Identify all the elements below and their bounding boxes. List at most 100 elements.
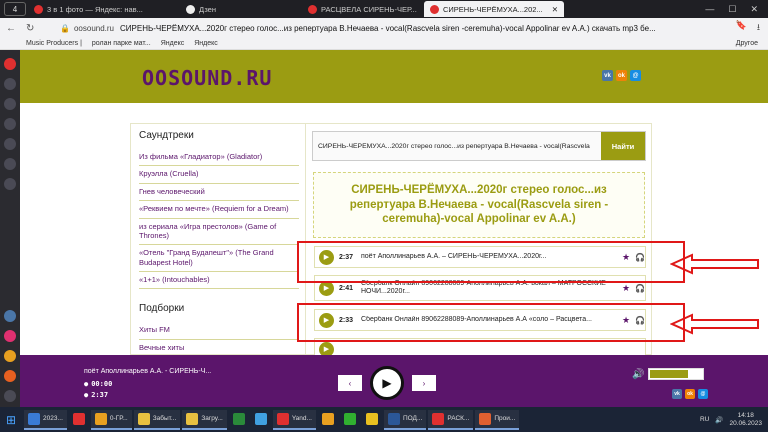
- taskbar-item[interactable]: Забыт...: [133, 409, 181, 430]
- play-button[interactable]: ▶: [370, 366, 404, 400]
- taskbar-label: 0-ГР...: [109, 415, 128, 422]
- total-time: ● 2:37: [84, 391, 108, 399]
- sidebar-link[interactable]: Из фильма «Гладиатор» (Gladiator): [139, 149, 299, 167]
- side-app-icon[interactable]: [4, 138, 16, 150]
- close-tab-icon[interactable]: ✕: [552, 5, 558, 14]
- taskbar-item[interactable]: [69, 410, 89, 430]
- sidebar-link[interactable]: Хиты FM: [139, 322, 299, 340]
- address-bar: ← ↻ 🔒 oosound.ru СИРЕНЬ-ЧЕРЁМУХА...2020г…: [0, 18, 768, 38]
- browser-side-panel: [0, 50, 20, 422]
- lock-icon[interactable]: 🔒: [60, 24, 70, 33]
- ok-icon[interactable]: ok: [616, 70, 627, 81]
- side-app-icon[interactable]: [4, 78, 16, 90]
- taskbar-item[interactable]: 0-ГР...: [90, 409, 132, 430]
- bookmark-item[interactable]: Яндекс: [194, 40, 218, 47]
- site-logo[interactable]: OOSOUND.RU: [142, 66, 272, 90]
- search-input[interactable]: [313, 132, 601, 160]
- sidebar-link[interactable]: «1+1» (Intouchables): [139, 272, 299, 290]
- taskbar-item[interactable]: [362, 410, 382, 430]
- sidebar-link[interactable]: «Отель "Гранд Будапешт"» (The Grand Buda…: [139, 245, 299, 272]
- search-button[interactable]: Найти: [601, 132, 645, 160]
- bookmarks-bar: Music Producers | ролан парке мат... Янд…: [0, 38, 768, 50]
- taskbar-item[interactable]: [251, 410, 271, 430]
- side-app-icon[interactable]: [4, 330, 16, 342]
- tab-count-button[interactable]: 4: [4, 2, 26, 16]
- taskbar-item[interactable]: Прои...: [475, 409, 520, 430]
- taskbar-label: Загру...: [201, 415, 223, 422]
- elapsed-value: 00:00: [91, 380, 113, 388]
- url-text[interactable]: oosound.ru: [74, 24, 114, 33]
- total-value: 2:37: [91, 391, 109, 399]
- app-icon: [254, 412, 267, 425]
- mail-ru-icon[interactable]: @: [698, 389, 708, 399]
- mail-icon[interactable]: [4, 370, 16, 382]
- clock-icon: ●: [84, 391, 89, 399]
- taskbar-item[interactable]: [229, 410, 249, 430]
- browser-tab-active[interactable]: СИРЕНЬ-ЧЕРЁМУХА...202... ✕: [424, 1, 564, 17]
- song-title-box: СИРЕНЬ-ЧЕРЁМУХА...2020г стерео голос...и…: [313, 172, 645, 238]
- mail-ru-icon[interactable]: @: [630, 70, 641, 81]
- bookmark-icon[interactable]: 🔖: [736, 20, 747, 36]
- browser-tab-0[interactable]: 3 в 1 фото — Яндекс: нав...: [28, 1, 178, 17]
- side-app-icon[interactable]: [4, 58, 16, 70]
- side-app-icon[interactable]: [4, 178, 16, 190]
- headphones-icon[interactable]: 🎧: [635, 284, 645, 293]
- ok-icon[interactable]: ok: [685, 389, 695, 399]
- browser-tab-2[interactable]: РАСЦВЕЛА СИРЕНЬ-ЧЕР...: [302, 1, 422, 17]
- close-window-icon[interactable]: ✕: [750, 4, 758, 15]
- taskbar-item[interactable]: ПОД...: [383, 409, 427, 430]
- sidebar-link[interactable]: Круэлла (Cruella): [139, 166, 299, 184]
- sidebar-link[interactable]: Гнев человеческий: [139, 184, 299, 202]
- system-clock[interactable]: 14:18 20.06.2023: [729, 412, 762, 428]
- windows-start-icon[interactable]: ⊞: [0, 407, 22, 432]
- speaker-icon[interactable]: 🔊: [632, 369, 644, 380]
- sidebar-heading: Подборки: [139, 303, 185, 315]
- annotation-arrow: [670, 313, 759, 335]
- vk-icon[interactable]: vk: [602, 70, 613, 81]
- word-icon: [387, 412, 400, 425]
- moon-icon[interactable]: [4, 350, 16, 362]
- clock-icon: ●: [84, 380, 89, 388]
- folder-icon: [94, 412, 107, 425]
- taskbar-item[interactable]: [318, 410, 338, 430]
- download-icon[interactable]: ⭳: [757, 20, 760, 36]
- language-indicator[interactable]: RU: [700, 416, 709, 423]
- back-icon[interactable]: ←: [6, 23, 16, 34]
- play-icon[interactable]: ▶: [319, 341, 334, 355]
- minimize-icon[interactable]: —: [705, 4, 714, 15]
- volume-tray-icon[interactable]: 🔊: [715, 416, 723, 424]
- nav-buttons: ← ↻: [6, 23, 34, 34]
- bookmarks-more[interactable]: Другое: [736, 40, 768, 47]
- prev-button[interactable]: ‹: [338, 375, 362, 391]
- vk-icon[interactable]: [4, 310, 16, 322]
- page-title: СИРЕНЬ-ЧЕРЁМУХА...2020г стерео голос...и…: [120, 23, 656, 33]
- player-icon: [479, 412, 492, 425]
- sidebar-heading: Саундтреки: [139, 130, 194, 141]
- taskbar-item[interactable]: РАСК...: [428, 409, 474, 430]
- sidebar-link[interactable]: «Реквием по мечте» (Requiem for a Dream): [139, 201, 299, 219]
- yandex-icon: [72, 412, 85, 425]
- side-app-icon[interactable]: [4, 158, 16, 170]
- bookmark-item[interactable]: ролан парке мат...: [92, 40, 151, 47]
- taskbar-item[interactable]: 2023...: [24, 409, 67, 430]
- side-app-icon[interactable]: [4, 98, 16, 110]
- vk-icon[interactable]: vk: [672, 389, 682, 399]
- bookmark-item[interactable]: Music Producers |: [26, 40, 82, 47]
- taskbar-label: 2023...: [43, 415, 63, 422]
- star-icon[interactable]: ★: [622, 283, 630, 294]
- sidebar-link[interactable]: из сериала «Игра престолов» (Game of Thr…: [139, 219, 299, 246]
- taskbar-item[interactable]: Yand...: [272, 409, 316, 430]
- maximize-icon[interactable]: ☐: [728, 4, 736, 15]
- volume-slider[interactable]: [648, 368, 705, 380]
- add-icon[interactable]: [4, 390, 16, 402]
- app-icon: [321, 412, 334, 425]
- taskbar-item[interactable]: Загру...: [182, 409, 227, 430]
- next-button[interactable]: ›: [412, 375, 436, 391]
- side-app-icon[interactable]: [4, 118, 16, 130]
- taskbar-item[interactable]: [340, 410, 360, 430]
- sidebar-link[interactable]: Вечные хиты: [139, 340, 299, 355]
- browser-tab-1[interactable]: Дзен: [180, 1, 300, 17]
- reload-icon[interactable]: ↻: [26, 23, 34, 34]
- bookmark-item[interactable]: Яндекс: [161, 40, 185, 47]
- tab-label: СИРЕНЬ-ЧЕРЁМУХА...202...: [443, 4, 543, 14]
